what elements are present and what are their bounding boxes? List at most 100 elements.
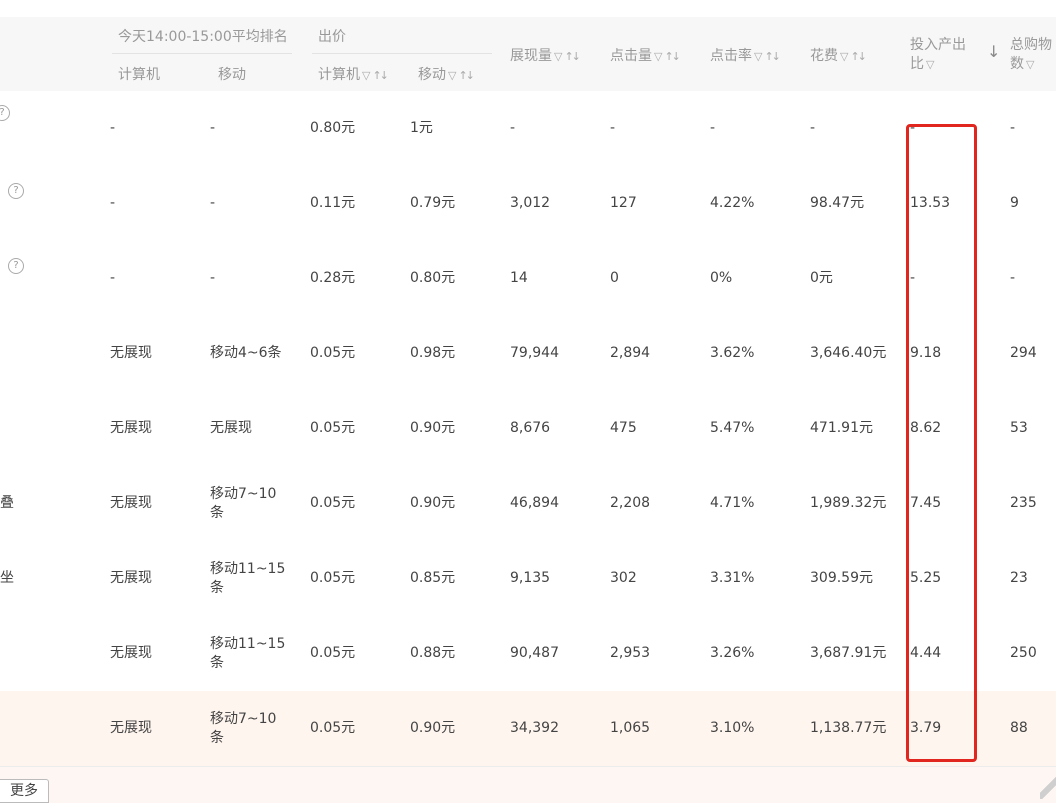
- bid-pc-cell[interactable]: 0.05元: [310, 316, 400, 391]
- filter-icon[interactable]: ▽: [362, 69, 370, 82]
- resize-handle-icon[interactable]: [1040, 775, 1056, 799]
- roi-label-line2: 比: [910, 56, 924, 72]
- sort-icon[interactable]: ↑↓: [372, 69, 389, 82]
- rank-pc-header: 计算机: [118, 67, 160, 83]
- filter-icon[interactable]: ▽: [926, 55, 934, 74]
- rank-pc-cell: -: [110, 195, 116, 211]
- rank-pc-cell: 无展现: [110, 495, 152, 511]
- bid-pc-cell[interactable]: 0.05元: [310, 541, 400, 616]
- more-button[interactable]: 更多: [0, 779, 49, 803]
- filter-icon[interactable]: ▽: [554, 50, 562, 63]
- bid-mobile-cell[interactable]: 0.79元: [410, 166, 500, 241]
- cost-cell: 1,138.77元: [810, 720, 887, 736]
- clicks-cell: -: [610, 120, 616, 136]
- impressions-cell: -: [510, 120, 516, 136]
- table-row[interactable]: 坐 无展现 移动11~15条 0.05元 0.85元 9,135 302 3.31% 309.5…: [0, 541, 1056, 617]
- roi-cell: 3.79: [910, 720, 942, 736]
- rank-mobile-cell: -: [210, 120, 216, 136]
- help-icon[interactable]: ?: [0, 105, 10, 121]
- clicks-cell: 2,208: [610, 495, 651, 511]
- filter-icon[interactable]: ▽: [448, 69, 456, 82]
- roi-cell: -: [910, 120, 916, 136]
- bid-pc-cell[interactable]: 0.11元: [310, 166, 400, 241]
- sort-desc-arrow-icon[interactable]: ↓: [987, 42, 1000, 61]
- data-report-page: 今天14:00-15:00平均排名 计算机 移动 出价 计算机 ▽ ↑↓ 移动 ▽ ↑↓…: [0, 0, 1056, 803]
- impressions-header[interactable]: 展现量 ▽ ↑↓: [510, 45, 581, 65]
- rank-mobile-cell: -: [210, 270, 216, 286]
- table-row[interactable]: 无展现 移动4~6条 0.05元 0.98元 79,944 2,894 3.62% 3,646…: [0, 316, 1056, 392]
- keyword-name-fragment: 叠: [0, 495, 14, 511]
- table-row[interactable]: ? - - 0.11元 0.79元 3,012 127 4.22% 98.47元 13.53 9: [0, 166, 1056, 242]
- bid-pc-cell[interactable]: 0.05元: [310, 616, 400, 691]
- ctr-cell: 5.47%: [710, 420, 755, 436]
- filter-icon[interactable]: ▽: [654, 50, 662, 63]
- impressions-cell: 8,676: [510, 420, 551, 436]
- bid-mobile-cell[interactable]: 0.80元: [410, 241, 500, 316]
- table-row[interactable]: ?--0.80元1元------: [0, 91, 1056, 167]
- help-icon[interactable]: ?: [8, 183, 24, 199]
- bid-mobile-cell[interactable]: 0.88元: [410, 616, 500, 691]
- table-row[interactable]: 无展现 无展现 0.05元 0.90元 8,676 475 5.47% 471.91元 8.62…: [0, 391, 1056, 467]
- bid-mobile-header[interactable]: 移动 ▽ ↑↓: [418, 64, 475, 84]
- carts-cell: -: [1010, 120, 1016, 136]
- ctr-header[interactable]: 点击率 ▽ ↑↓: [710, 45, 781, 65]
- ctr-cell: 3.26%: [710, 645, 755, 661]
- impressions-cell: 34,392: [510, 720, 559, 736]
- bid-pc-cell[interactable]: 0.05元: [310, 466, 400, 541]
- header-divider: [312, 53, 492, 54]
- rank-pc-cell: 无展现: [110, 420, 152, 436]
- impressions-cell: 46,894: [510, 495, 559, 511]
- bid-mobile-cell[interactable]: 1元: [410, 91, 500, 166]
- carts-cell: 235: [1010, 495, 1037, 511]
- sort-icon[interactable]: ↑↓: [764, 50, 781, 63]
- clicks-cell: 1,065: [610, 720, 651, 736]
- help-icon[interactable]: ?: [8, 258, 24, 274]
- carts-cell: 88: [1010, 720, 1028, 736]
- bid-mobile-cell[interactable]: 0.98元: [410, 316, 500, 391]
- filter-icon[interactable]: ▽: [1026, 55, 1034, 74]
- filter-icon[interactable]: ▽: [840, 50, 848, 63]
- filter-icon[interactable]: ▽: [754, 50, 762, 63]
- bid-pc-cell[interactable]: 0.80元: [310, 91, 400, 166]
- impressions-cell: 14: [510, 270, 528, 286]
- sort-icon[interactable]: ↑↓: [664, 50, 681, 63]
- table-row[interactable]: 叠 无展现 移动7~10条 0.05元 0.90元 46,894 2,208 4.71% 1,9…: [0, 466, 1056, 542]
- sort-icon[interactable]: ↑↓: [564, 50, 581, 63]
- bid-mobile-cell[interactable]: 0.90元: [410, 391, 500, 466]
- ctr-cell: 4.71%: [710, 495, 755, 511]
- bid-mobile-cell[interactable]: 0.85元: [410, 541, 500, 616]
- clicks-cell: 2,894: [610, 345, 651, 361]
- rank-pc-cell: -: [110, 120, 116, 136]
- rank-pc-cell: 无展现: [110, 720, 152, 736]
- ctr-cell: 0%: [710, 270, 733, 286]
- bid-mobile-cell[interactable]: 0.90元: [410, 466, 500, 541]
- cost-cell: 98.47元: [810, 195, 865, 211]
- impressions-cell: 79,944: [510, 345, 559, 361]
- roi-cell: 8.62: [910, 420, 942, 436]
- clicks-cell: 127: [610, 195, 637, 211]
- bid-pc-header[interactable]: 计算机 ▽ ↑↓: [318, 64, 389, 84]
- carts-cell: 53: [1010, 420, 1028, 436]
- cost-header[interactable]: 花费 ▽ ↑↓: [810, 45, 867, 65]
- sort-icon[interactable]: ↑↓: [458, 69, 475, 82]
- rank-mobile-header: 移动: [218, 67, 246, 83]
- carts-label-line2: 数: [1010, 56, 1024, 72]
- carts-header[interactable]: 总购物 数 ▽: [1010, 36, 1052, 74]
- rank-mobile-cell: 无展现: [210, 420, 252, 436]
- bid-mobile-cell[interactable]: 0.90元: [410, 691, 500, 766]
- table-row[interactable]: 无展现 移动7~10条 0.05元 0.90元 34,392 1,065 3.10% 1,13…: [0, 691, 1056, 767]
- bid-pc-cell[interactable]: 0.05元: [310, 691, 400, 766]
- cost-cell: 0元: [810, 270, 833, 286]
- sort-icon[interactable]: ↑↓: [850, 50, 867, 63]
- clicks-header[interactable]: 点击量 ▽ ↑↓: [610, 45, 681, 65]
- header-divider: [112, 53, 292, 54]
- table-row[interactable]: 无展现 移动11~15条 0.05元 0.88元 90,487 2,953 3.26% 3,6…: [0, 616, 1056, 692]
- clicks-cell: 475: [610, 420, 637, 436]
- impressions-label: 展现量: [510, 48, 552, 64]
- roi-header[interactable]: 投入产出 比 ▽: [910, 36, 966, 74]
- bid-pc-cell[interactable]: 0.05元: [310, 391, 400, 466]
- table-row[interactable]: ? - - 0.28元 0.80元 14 0 0% 0元 - -: [0, 241, 1056, 317]
- bid-pc-cell[interactable]: 0.28元: [310, 241, 400, 316]
- roi-label-line1: 投入产出: [910, 37, 966, 53]
- rank-mobile-cell: 移动4~6条: [210, 345, 282, 361]
